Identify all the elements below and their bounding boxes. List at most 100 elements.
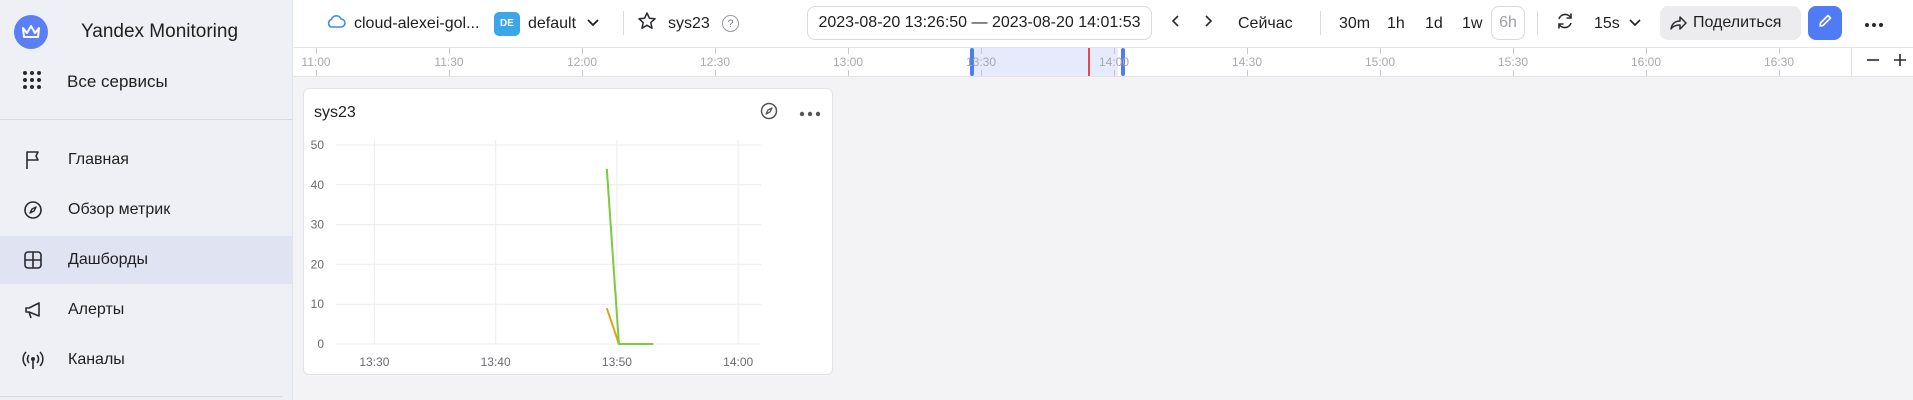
timeline-tick-label: 12:00 <box>566 55 598 69</box>
y-tick-label: 30 <box>311 218 325 232</box>
toolbar-separator <box>1320 11 1321 35</box>
timeline-tick-label: 11:30 <box>434 55 464 69</box>
folder-badge: DE <box>494 11 520 36</box>
timeline-navigator[interactable]: 11:00 11:30 12:00 12:30 13:00 13:30 14:0… <box>293 47 1913 77</box>
preset-1d-button[interactable]: 1d <box>1425 0 1443 47</box>
preset-label: 1w <box>1462 14 1483 32</box>
share-label: Поделиться <box>1693 14 1782 31</box>
sidebar-item-label: Алерты <box>68 301 125 318</box>
toolbar-separator <box>1537 11 1538 35</box>
grid-icon <box>22 70 42 95</box>
minus-icon <box>1866 53 1880 72</box>
all-services-label: Все сервисы <box>67 72 168 91</box>
now-button[interactable]: Сейчас <box>1238 0 1293 47</box>
tick-mark <box>715 70 716 76</box>
timeline-tick-label: 15:30 <box>1497 55 1529 69</box>
chevron-right-icon <box>1202 14 1214 33</box>
tick-mark <box>1513 70 1514 76</box>
cloud-icon <box>326 13 346 34</box>
y-tick-label: 0 <box>317 337 324 351</box>
tick-mark <box>1380 48 1381 54</box>
timeline-tick-label: 16:00 <box>1630 55 1662 69</box>
preset-label: 30m <box>1339 14 1371 32</box>
y-tick-label: 40 <box>311 178 325 192</box>
chevron-down-icon <box>586 15 600 33</box>
x-tick-label: 13:30 <box>359 355 389 369</box>
tick-mark <box>981 70 982 76</box>
sidebar: Yandex Monitoring Все сервисы Главная Об… <box>0 0 292 400</box>
broadcast-icon <box>22 349 44 371</box>
flag-icon <box>22 149 44 171</box>
tick-mark <box>1114 48 1115 54</box>
share-button[interactable]: Поделиться <box>1660 6 1801 40</box>
preset-label: 1h <box>1387 14 1405 32</box>
megaphone-icon <box>22 299 44 321</box>
tick-mark <box>1114 70 1115 76</box>
tick-mark <box>1380 70 1381 76</box>
x-tick-label: 13:40 <box>481 355 511 369</box>
edit-button[interactable] <box>1808 6 1842 40</box>
now-marker <box>1088 48 1090 76</box>
preset-1w-button[interactable]: 1w <box>1462 0 1482 47</box>
timeline-separator <box>1851 48 1852 76</box>
y-tick-label: 50 <box>311 138 325 152</box>
tick-mark <box>1247 70 1248 76</box>
sidebar-item-alerts[interactable]: Алерты <box>0 286 292 334</box>
cloud-selector[interactable]: cloud-alexei-gol... <box>326 0 479 47</box>
dashboard-icon <box>22 249 44 271</box>
chart-panel: sys23 0 10 20 30 40 50 13:30 13:40 13:50 14:00 <box>303 88 833 375</box>
zoom-out-button[interactable] <box>1866 55 1882 69</box>
zoom-in-button[interactable] <box>1893 53 1909 69</box>
timeline-tick-label: 13:30 <box>965 55 997 69</box>
tick-mark <box>1646 48 1647 54</box>
sidebar-item-dashboards[interactable]: Дашборды <box>0 236 292 284</box>
refresh-interval-value: 15s <box>1594 14 1620 32</box>
sidebar-item-home[interactable]: Главная <box>0 136 292 184</box>
tick-mark <box>449 48 450 54</box>
timeline-tick-label: 14:00 <box>1098 55 1130 69</box>
share-icon <box>1669 15 1687 31</box>
cloud-name: cloud-alexei-gol... <box>354 14 480 32</box>
compass-icon <box>22 199 44 221</box>
timeline-tick-label: 11:00 <box>301 55 331 69</box>
refresh-interval-select[interactable]: 15s <box>1594 0 1642 47</box>
preset-label: 1d <box>1425 14 1443 32</box>
tick-mark <box>1646 70 1647 76</box>
tick-mark <box>316 70 317 76</box>
sidebar-item-label: Главная <box>68 151 129 168</box>
next-period-button[interactable] <box>1202 0 1214 47</box>
favorite-button[interactable] <box>637 0 657 47</box>
prev-period-button[interactable] <box>1170 0 1182 47</box>
date-range-picker[interactable]: 2023-08-20 13:26:50 — 2023-08-20 14:01:5… <box>807 6 1152 40</box>
preset-30m-button[interactable]: 30m <box>1339 0 1370 47</box>
brand[interactable]: Yandex Monitoring <box>14 14 238 50</box>
preset-label: 6h <box>1499 14 1517 31</box>
tick-mark <box>1247 48 1248 54</box>
more-menu-button[interactable] <box>1864 0 1884 47</box>
refresh-button[interactable] <box>1555 0 1575 47</box>
all-services-button[interactable]: Все сервисы <box>22 68 168 96</box>
tick-mark <box>582 70 583 76</box>
folder-name: default <box>528 14 577 32</box>
help-button[interactable]: ? <box>722 0 739 47</box>
refresh-icon <box>1555 11 1575 36</box>
preset-6h-button[interactable]: 6h <box>1491 6 1525 40</box>
dashboard-name-label: sys23 <box>668 14 710 32</box>
sidebar-item-label: Дашборды <box>68 251 148 268</box>
tick-mark <box>1513 48 1514 54</box>
chevron-left-icon <box>1170 14 1182 33</box>
help-icon: ? <box>722 15 739 32</box>
timeline-tick-label: 14:30 <box>1231 55 1263 69</box>
pencil-icon <box>1817 13 1833 34</box>
tick-mark <box>582 48 583 54</box>
line-chart[interactable]: 0 10 20 30 40 50 13:30 13:40 13:50 14:00 <box>304 89 834 376</box>
tick-mark <box>715 48 716 54</box>
y-tick-label: 10 <box>311 297 325 311</box>
brand-title: Yandex Monitoring <box>81 21 239 42</box>
preset-1h-button[interactable]: 1h <box>1387 0 1405 47</box>
folder-selector[interactable]: DE default <box>494 0 600 47</box>
sidebar-item-metrics[interactable]: Обзор метрик <box>0 186 292 234</box>
sidebar-item-channels[interactable]: Каналы <box>0 336 292 384</box>
tick-mark <box>316 48 317 54</box>
timeline-tick-label: 16:30 <box>1763 55 1795 69</box>
